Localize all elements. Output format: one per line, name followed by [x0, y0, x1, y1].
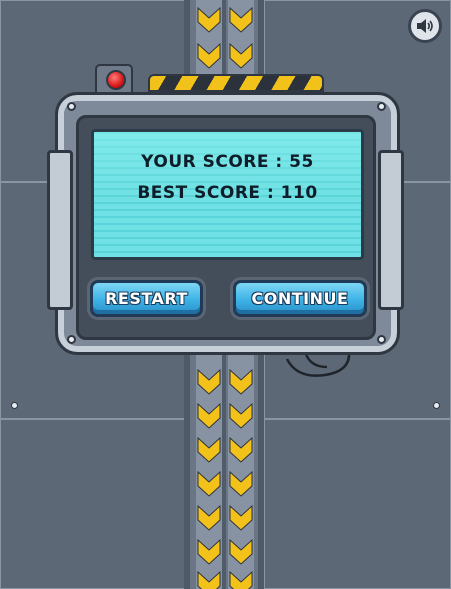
wall-panel	[0, 419, 186, 589]
sound-toggle-button[interactable]	[408, 9, 442, 43]
restart-button[interactable]: RESTART	[90, 280, 203, 317]
continue-button[interactable]: CONTINUE	[233, 280, 367, 317]
side-bracket-right	[378, 150, 404, 310]
best-score-text: BEST SCORE : 110	[137, 183, 318, 203]
score-screen: YOUR SCORE : 55 BEST SCORE : 110	[91, 129, 364, 260]
your-score-text: YOUR SCORE : 55	[141, 152, 314, 172]
bolt-icon	[433, 402, 440, 409]
side-bracket-left	[47, 150, 73, 310]
red-bulb-icon	[106, 70, 126, 90]
bolt-icon	[377, 335, 386, 344]
hazard-stripe-bar	[148, 74, 324, 92]
alarm-light	[95, 64, 133, 94]
bolt-icon	[67, 335, 76, 344]
bolt-icon	[377, 102, 386, 111]
bolt-icon	[67, 102, 76, 111]
bolt-icon	[11, 402, 18, 409]
wall-panel	[264, 419, 451, 589]
speaker-icon	[417, 19, 433, 33]
